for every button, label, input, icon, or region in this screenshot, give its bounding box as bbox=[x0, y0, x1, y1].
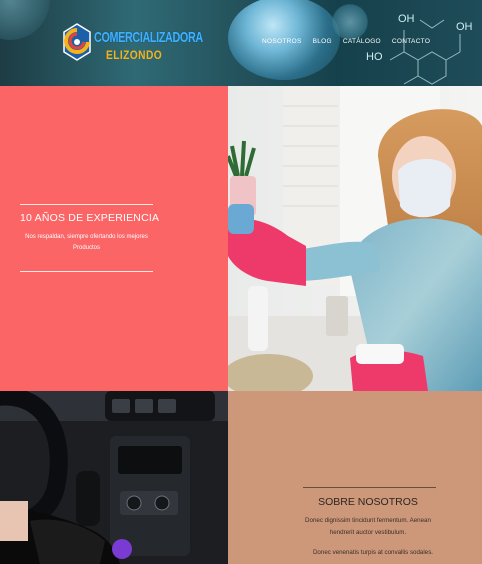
nav-link-nosotros[interactable]: NOSOTROS bbox=[262, 38, 302, 45]
nav-link-blog[interactable]: BLOG bbox=[313, 38, 332, 45]
brand-subname: ELIZONDO bbox=[106, 48, 163, 62]
experience-panel: 10 AÑOS DE EXPERIENCIA Nos respaldan, si… bbox=[0, 86, 228, 391]
cleaning-photo bbox=[228, 86, 482, 391]
molecule-oh-top: OH bbox=[398, 13, 415, 25]
brand-logo-icon bbox=[63, 23, 91, 61]
experience-text: Nos respaldan, siempre ofertando los mej… bbox=[25, 234, 148, 251]
nav-link-contacto[interactable]: CONTACTO bbox=[392, 38, 430, 45]
car-interior-photo bbox=[0, 391, 228, 564]
nav-link-catalogo[interactable]: CATÁLOGO bbox=[343, 38, 381, 45]
experience-title: 10 AÑOS DE EXPERIENCIA bbox=[20, 212, 160, 224]
about-panel: SOBRE NOSOTROS Donec dignissim tincidunt… bbox=[228, 391, 482, 564]
about-title: SOBRE NOSOTROS bbox=[318, 496, 418, 508]
site-header: OH OH HO COMERCIALIZADORA ELIZONDO NOSOT… bbox=[0, 0, 482, 86]
about-paragraph-2: Donec venenatis turpis at convallis soda… bbox=[312, 549, 434, 556]
experience-divider-bottom bbox=[20, 271, 153, 272]
molecule-ho-left: HO bbox=[366, 51, 383, 63]
about-divider bbox=[303, 487, 436, 488]
brand-name: COMERCIALIZADORA bbox=[94, 29, 203, 46]
about-paragraph-1: Donec dignissim tincidunt fermentum. Aen… bbox=[305, 517, 431, 536]
header-bubble-decor bbox=[0, 0, 50, 40]
car-interior-illustration bbox=[0, 391, 228, 564]
brand-logo[interactable]: COMERCIALIZADORA ELIZONDO bbox=[62, 22, 242, 66]
main-navigation: NOSOTROS BLOG CATÁLOGO CONTACTO bbox=[262, 38, 430, 45]
experience-divider-top bbox=[20, 204, 153, 205]
cleaning-photo-illustration bbox=[228, 86, 482, 391]
molecule-oh-right: OH bbox=[456, 21, 473, 33]
